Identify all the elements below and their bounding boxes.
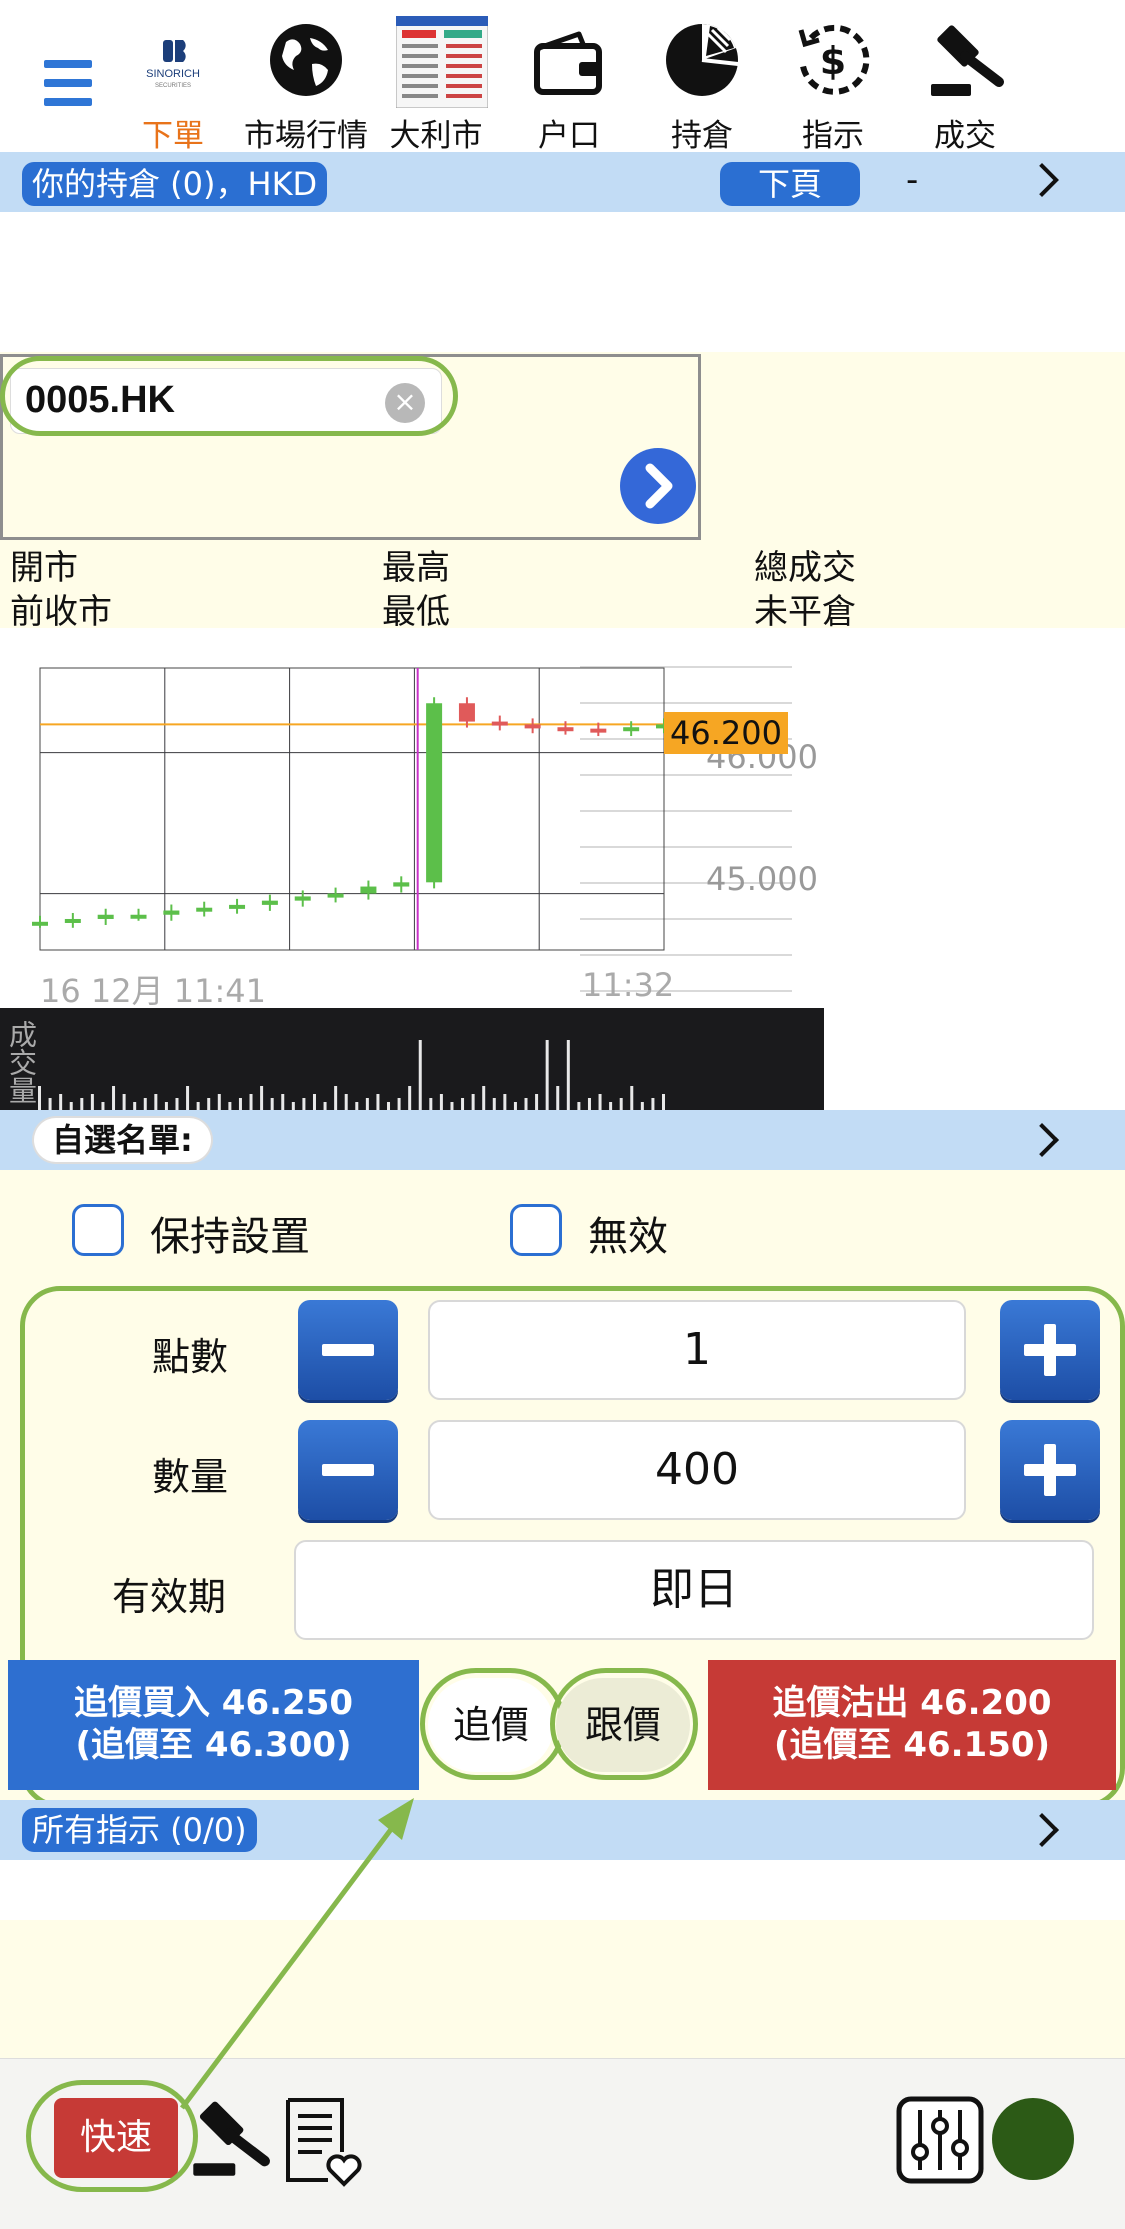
annotation-arrow <box>180 1798 414 2110</box>
